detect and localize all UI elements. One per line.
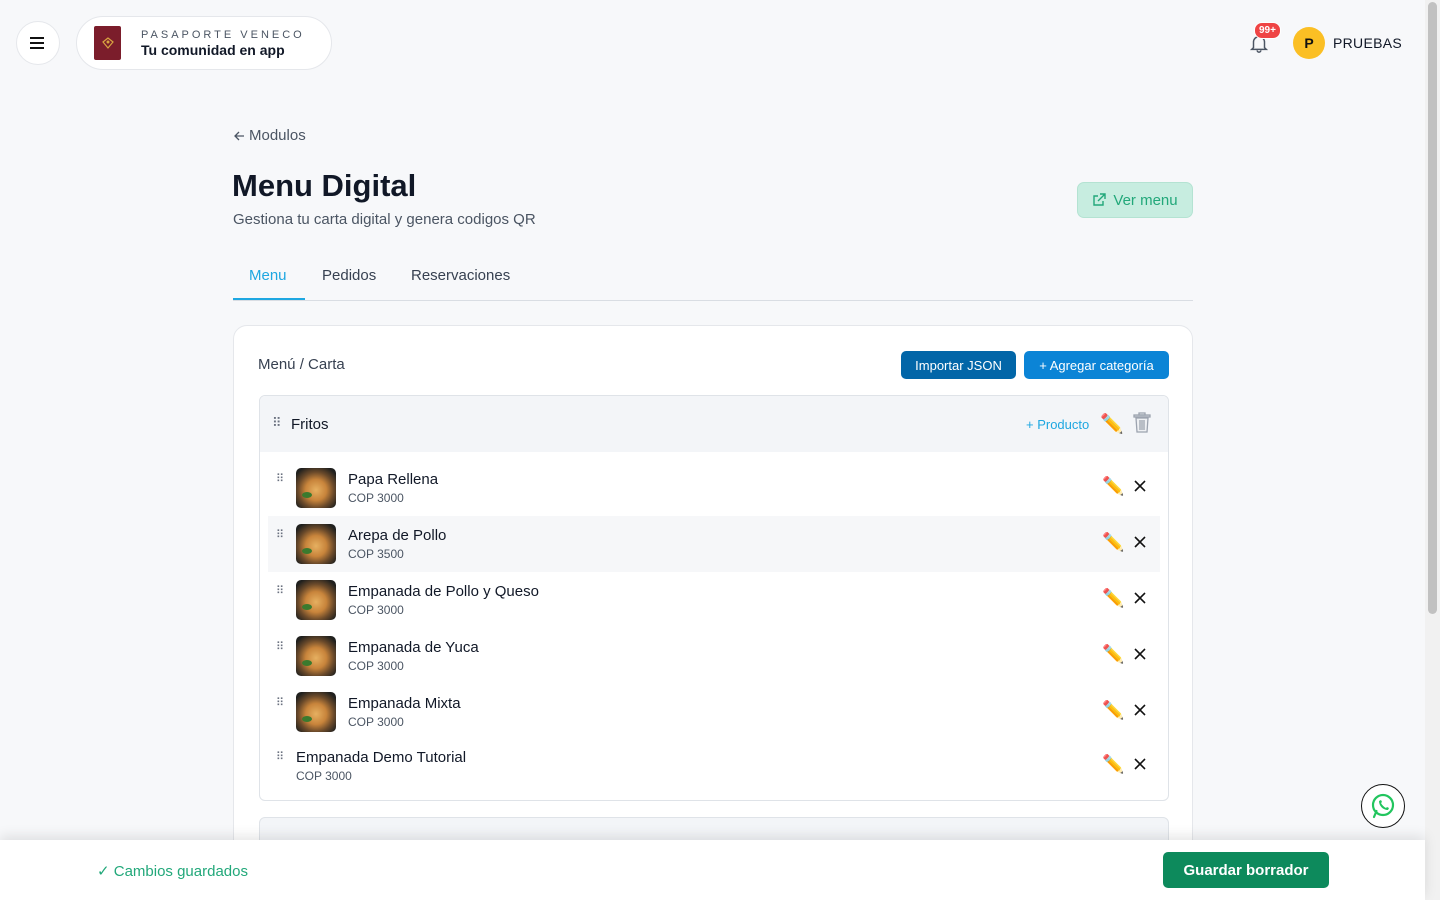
close-icon[interactable]: [1132, 646, 1148, 662]
close-icon[interactable]: [1132, 590, 1148, 606]
passport-logo-icon: [94, 26, 121, 60]
drag-handle-icon[interactable]: ⠿: [276, 530, 284, 541]
edit-pencil-icon[interactable]: ✏️: [1102, 588, 1124, 609]
edit-pencil-icon[interactable]: ✏️: [1102, 532, 1124, 553]
arrow-left-icon: [234, 131, 244, 140]
scrollbar-thumb[interactable]: [1428, 2, 1437, 614]
menu-card: Menú / Carta Importar JSON + Agregar cat…: [233, 325, 1193, 900]
active-tab-indicator: [233, 298, 305, 300]
add-category-button[interactable]: + Agregar categoría: [1024, 351, 1169, 379]
product-name: Empanada Mixta: [348, 695, 461, 712]
hamburger-menu-button[interactable]: [16, 21, 60, 65]
product-name: Papa Rellena: [348, 471, 439, 488]
list-item: ⠿ Arepa de Pollo COP 3500 ✏️: [268, 516, 1160, 572]
tab-bar: Menu Pedidos Reservaciones: [233, 254, 1193, 301]
footer-bar: ✓ Cambios guardados Guardar borrador: [0, 840, 1425, 900]
trash-icon[interactable]: [1132, 412, 1152, 434]
back-link[interactable]: Modulos: [233, 127, 306, 144]
category-name: Fritos: [291, 416, 329, 433]
product-name: Empanada Demo Tutorial: [296, 749, 467, 766]
product-price: COP 3000: [348, 659, 404, 673]
import-json-button[interactable]: Importar JSON: [901, 351, 1016, 379]
edit-pencil-icon[interactable]: ✏️: [1102, 476, 1124, 497]
edit-pencil-icon[interactable]: ✏️: [1102, 700, 1124, 721]
product-price: COP 3500: [348, 547, 404, 561]
drag-handle-icon[interactable]: ⠿: [276, 474, 284, 485]
drag-handle-icon[interactable]: ⠿: [276, 752, 284, 763]
tab-menu[interactable]: Menu: [249, 267, 287, 284]
whatsapp-icon: [1371, 793, 1395, 819]
whatsapp-button[interactable]: [1361, 784, 1405, 828]
product-image: [296, 580, 336, 620]
drag-handle-icon[interactable]: ⠿: [276, 698, 284, 709]
close-icon[interactable]: [1132, 534, 1148, 550]
brand-title: PASAPORTE VENECO: [141, 28, 305, 41]
back-link-label: Modulos: [249, 127, 306, 144]
brand-pill[interactable]: PASAPORTE VENECO Tu comunidad en app: [76, 16, 332, 70]
hamburger-icon: [30, 37, 44, 49]
tab-pedidos[interactable]: Pedidos: [322, 267, 376, 284]
page-title: Menu Digital: [232, 168, 417, 203]
edit-pencil-icon[interactable]: ✏️: [1100, 412, 1124, 436]
list-item: ⠿ Empanada de Pollo y Queso COP 3000 ✏️: [268, 572, 1160, 628]
product-price: COP 3000: [348, 491, 404, 505]
notification-badge: 99+: [1254, 22, 1281, 39]
page-subtitle: Gestiona tu carta digital y genera codig…: [233, 211, 536, 228]
edit-pencil-icon[interactable]: ✏️: [1102, 644, 1124, 665]
product-image: [296, 636, 336, 676]
product-image: [296, 524, 336, 564]
view-menu-button[interactable]: Ver menu: [1077, 182, 1193, 218]
add-product-button[interactable]: + Producto: [1026, 417, 1089, 432]
list-item: ⠿ Empanada de Yuca COP 3000 ✏️: [268, 628, 1160, 684]
brand-subtitle: Tu comunidad en app: [141, 41, 285, 58]
product-image: [296, 468, 336, 508]
product-price: COP 3000: [348, 603, 404, 617]
avatar[interactable]: P: [1293, 27, 1325, 59]
list-item: ⠿ Papa Rellena COP 3000 ✏️: [268, 460, 1160, 516]
view-menu-label: Ver menu: [1113, 191, 1178, 209]
save-status: ✓ Cambios guardados: [97, 863, 248, 880]
product-name: Empanada de Yuca: [348, 639, 479, 656]
product-name: Arepa de Pollo: [348, 527, 447, 544]
card-title: Menú / Carta: [258, 356, 345, 373]
product-image: [296, 692, 336, 732]
save-draft-button[interactable]: Guardar borrador: [1163, 852, 1329, 888]
close-icon[interactable]: [1132, 702, 1148, 718]
list-item: ⠿ Empanada Demo Tutorial COP 3000 ✏️: [268, 738, 1160, 794]
product-price: COP 3000: [348, 715, 404, 729]
drag-handle-icon[interactable]: ⠿: [272, 415, 281, 431]
category-block: ⠿ Fritos + Producto ✏️ ⠿ Papa Rellena CO…: [259, 395, 1169, 801]
username[interactable]: PRUEBAS: [1333, 35, 1402, 51]
edit-pencil-icon[interactable]: ✏️: [1102, 754, 1124, 775]
close-icon[interactable]: [1132, 756, 1148, 772]
product-name: Empanada de Pollo y Queso: [348, 583, 539, 600]
category-header: ⠿ Fritos + Producto ✏️: [260, 396, 1168, 452]
product-price: COP 3000: [296, 769, 352, 783]
drag-handle-icon[interactable]: ⠿: [276, 586, 284, 597]
drag-handle-icon[interactable]: ⠿: [276, 642, 284, 653]
tab-reservaciones[interactable]: Reservaciones: [411, 267, 510, 284]
list-item: ⠿ Empanada Mixta COP 3000 ✏️: [268, 684, 1160, 740]
external-link-icon: [1093, 193, 1107, 206]
close-icon[interactable]: [1132, 478, 1148, 494]
